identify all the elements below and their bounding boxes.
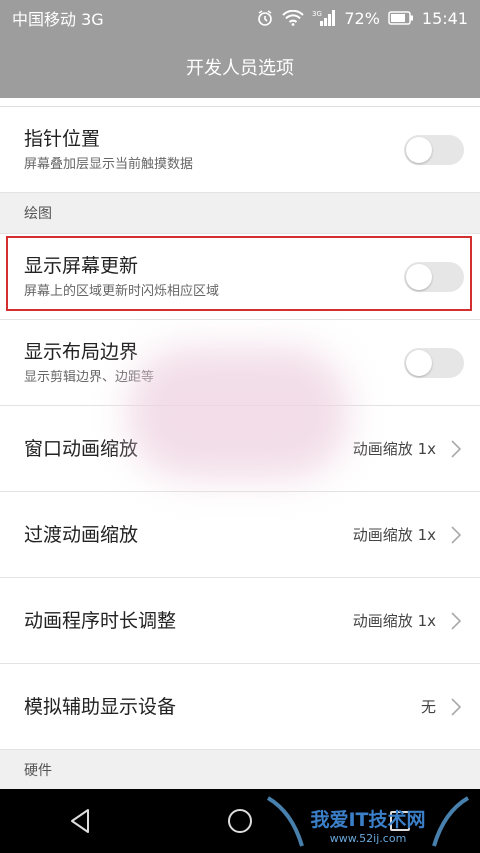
page-title: 开发人员选项 [186, 58, 294, 79]
section-header-hardware: 硬件 [0, 750, 480, 789]
setting-title: 过渡动画缩放 [24, 523, 139, 546]
pointer-location-toggle[interactable] [404, 134, 464, 165]
setting-animator-duration-scale[interactable]: 动画程序时长调整 动画缩放 1x [0, 578, 480, 664]
setting-texts: 显示屏幕更新 屏幕上的区域更新时闪烁相应区域 [24, 254, 404, 300]
setting-value: 动画缩放 1x [352, 526, 436, 544]
setting-subtitle: 屏幕上的区域更新时闪烁相应区域 [24, 283, 220, 299]
toggle-knob [406, 136, 432, 163]
app-bar: 开发人员选项 [0, 36, 480, 98]
layout-bounds-toggle[interactable] [404, 347, 464, 378]
chevron-right-icon [448, 437, 464, 461]
settings-list[interactable]: 指针位置 屏幕叠加层显示当前触摸数据 绘图 显示屏幕更新 屏幕上的区域更新时闪烁… [0, 98, 480, 789]
blurred-overlay [128, 348, 348, 478]
setting-value: 无 [420, 698, 436, 716]
clock: 15:41 [421, 8, 468, 28]
battery-percent: 72% [344, 8, 380, 28]
svg-text:3G: 3G [312, 10, 322, 18]
setting-texts: 指针位置 屏幕叠加层显示当前触摸数据 [24, 127, 404, 173]
setting-value: 动画缩放 1x [352, 612, 436, 630]
chevron-right-icon [448, 523, 464, 547]
list-top-divider [0, 98, 480, 107]
toggle-knob [406, 349, 432, 376]
toggle-knob [406, 263, 432, 290]
watermark-url: www.52ij.com [330, 832, 407, 845]
setting-transition-animation-scale[interactable]: 过渡动画缩放 动画缩放 1x [0, 492, 480, 578]
watermark-text: 我爱IT技术网 [310, 808, 425, 831]
surface-updates-toggle[interactable] [404, 261, 464, 292]
alarm-icon [256, 9, 274, 27]
setting-simulate-secondary-display[interactable]: 模拟辅助显示设备 无 [0, 664, 480, 750]
status-bar: 中国移动 3G 3G 72% 15:41 [0, 0, 480, 36]
setting-value: 动画缩放 1x [352, 440, 436, 458]
setting-pointer-location[interactable]: 指针位置 屏幕叠加层显示当前触摸数据 [0, 107, 480, 193]
setting-subtitle: 屏幕叠加层显示当前触摸数据 [24, 156, 194, 172]
status-icons: 3G 72% 15:41 [256, 9, 468, 28]
chevron-right-icon [448, 695, 464, 719]
section-header-drawing: 绘图 [0, 193, 480, 234]
watermark-logo: 我爱IT技术网 www.52ij.com [266, 796, 470, 847]
battery-icon [388, 11, 414, 25]
carrier-label: 中国移动 3G [12, 10, 104, 29]
setting-title: 指针位置 [24, 127, 101, 150]
chevron-right-icon [448, 609, 464, 633]
setting-title: 模拟辅助显示设备 [24, 695, 177, 718]
setting-show-surface-updates[interactable]: 显示屏幕更新 屏幕上的区域更新时闪烁相应区域 [0, 234, 480, 320]
setting-title: 显示屏幕更新 [24, 254, 139, 277]
back-icon[interactable] [50, 791, 110, 851]
signal-3g-icon: 3G [312, 9, 336, 27]
home-icon[interactable] [210, 791, 270, 851]
setting-title: 动画程序时长调整 [24, 609, 177, 632]
wifi-icon [282, 10, 305, 26]
